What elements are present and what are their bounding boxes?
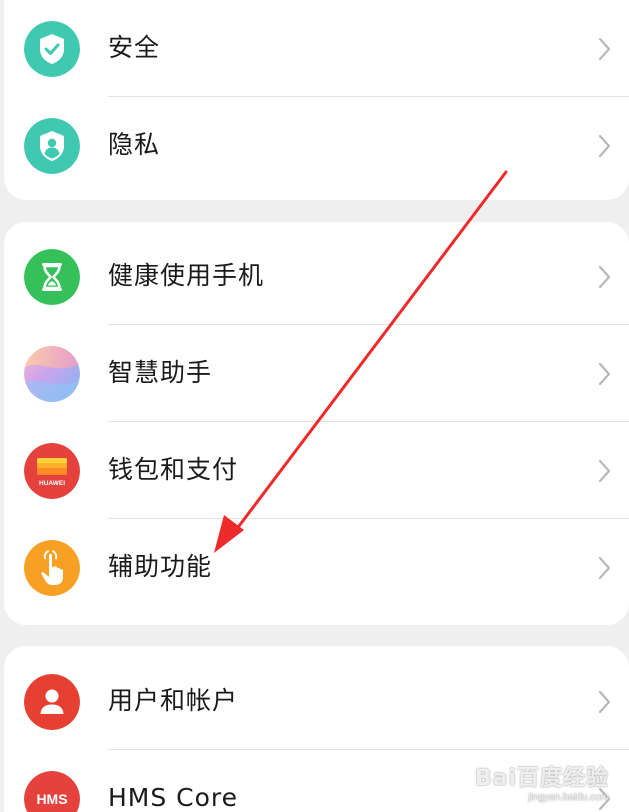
settings-item-label: 辅助功能 xyxy=(108,552,213,581)
settings-item-users-accounts[interactable]: 用户和帐户 xyxy=(4,653,629,750)
settings-item-privacy[interactable]: 隐私 xyxy=(4,97,629,194)
chevron-right-icon xyxy=(597,786,613,812)
settings-item-accessibility[interactable]: 辅助功能 xyxy=(4,519,629,616)
hms-core-icon: HMS xyxy=(24,771,80,812)
settings-item-digital-balance[interactable]: 健康使用手机 xyxy=(4,228,629,325)
settings-item-label: HMS Core xyxy=(108,783,239,812)
settings-group-accounts: 用户和帐户 HMS HMS Core xyxy=(4,646,629,812)
settings-item-smart-assistant[interactable]: 智慧助手 xyxy=(4,325,629,422)
hourglass-icon xyxy=(24,249,80,305)
settings-item-wallet[interactable]: HUAWEI 钱包和支付 xyxy=(4,422,629,519)
settings-item-security[interactable]: 安全 xyxy=(4,0,629,97)
chevron-right-icon xyxy=(597,555,613,581)
settings-item-label: 钱包和支付 xyxy=(108,455,239,484)
settings-group-assistant: 健康使用手机 智慧助手 HUAWEI 钱包和支付 辅助功能 xyxy=(4,222,629,625)
settings-item-label: 隐私 xyxy=(108,130,161,159)
settings-item-label: 安全 xyxy=(108,33,161,62)
settings-item-label: 智慧助手 xyxy=(108,358,213,387)
chevron-right-icon xyxy=(597,458,613,484)
security-shield-check-icon xyxy=(24,21,80,77)
huawei-wallet-icon: HUAWEI xyxy=(24,443,80,499)
settings-page: 安全 隐私 健康使用手机 智慧助手 HUAWEI 钱包和支付 辅助功能 用户和帐… xyxy=(0,0,629,812)
accessibility-hand-icon xyxy=(24,540,80,596)
privacy-shield-person-icon xyxy=(24,118,80,174)
hms-icon-text: HMS xyxy=(36,791,67,807)
chevron-right-icon xyxy=(597,689,613,715)
chevron-right-icon xyxy=(597,361,613,387)
chevron-right-icon xyxy=(597,264,613,290)
chevron-right-icon xyxy=(597,36,613,62)
smart-assistant-orb-icon xyxy=(24,346,80,402)
user-account-icon xyxy=(24,674,80,730)
settings-item-label: 健康使用手机 xyxy=(108,261,265,290)
settings-item-hms-core[interactable]: HMS HMS Core xyxy=(4,750,629,812)
wallet-icon-text: HUAWEI xyxy=(39,480,65,487)
settings-item-label: 用户和帐户 xyxy=(108,686,239,715)
chevron-right-icon xyxy=(597,133,613,159)
settings-group-security: 安全 隐私 xyxy=(4,0,629,200)
